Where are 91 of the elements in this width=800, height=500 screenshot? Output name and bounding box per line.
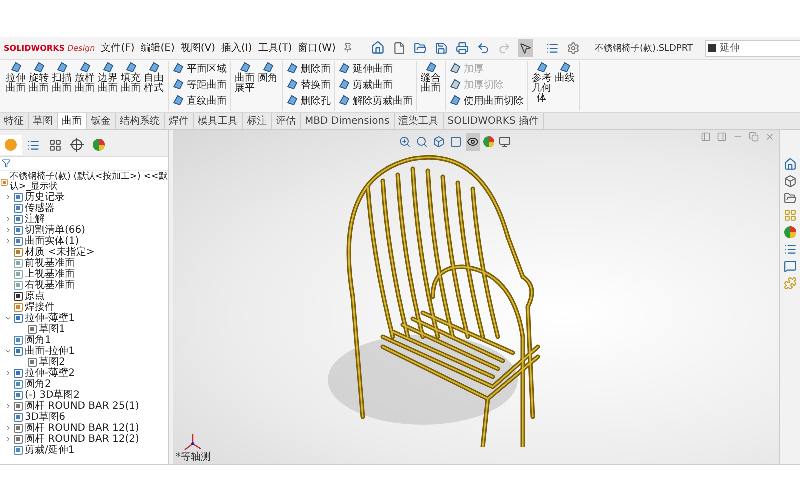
tree-item[interactable]: 材质 <未指定>: [25, 247, 95, 258]
color-ball-icon[interactable]: [784, 226, 796, 239]
ribbon-button[interactable]: 旋转曲面: [28, 61, 50, 94]
menu-item[interactable]: 编辑(E): [140, 41, 175, 55]
tree-item[interactable]: 拉伸-薄壁2: [25, 368, 75, 379]
tree-item[interactable]: 圆杆 ROUND BAR 12(1): [25, 423, 140, 434]
ribbon-button[interactable]: 平面区域: [172, 61, 227, 76]
tile-left-icon[interactable]: [701, 132, 711, 142]
tree-item[interactable]: 拉伸-薄壁1: [25, 313, 75, 324]
tree-item[interactable]: 圆角2: [25, 379, 52, 390]
tool-icon: [286, 62, 299, 75]
tool-icon: [172, 62, 185, 75]
view-orientation-label: *等轴测: [176, 450, 211, 464]
ribbon-button[interactable]: 拉伸曲面: [5, 61, 27, 94]
app-logo: SOLIDWORKS Design: [4, 44, 96, 52]
ribbon-button[interactable]: 删除孔: [286, 93, 331, 108]
ribbon-button[interactable]: 填充曲面: [120, 61, 142, 94]
ribbon-button[interactable]: 删除面: [286, 61, 331, 76]
ribbon-button[interactable]: 剪裁曲面: [338, 77, 413, 92]
puzzle-icon[interactable]: [784, 277, 796, 290]
tree-item[interactable]: 曲面实体(1): [25, 236, 80, 247]
tool-icon: [338, 62, 351, 75]
ribbon-button[interactable]: 自由样式: [143, 61, 165, 94]
crosshair-icon: [70, 138, 84, 152]
ribbon-button[interactable]: 等距曲面: [172, 77, 227, 92]
tree-item[interactable]: 上视基准面: [25, 269, 75, 280]
menu-item[interactable]: 文件(F): [101, 41, 135, 55]
ribbon-button[interactable]: 解除剪裁曲面: [338, 93, 413, 108]
tree-item[interactable]: 历史记录: [25, 192, 65, 203]
ribbon-button[interactable]: 使用曲面切除: [449, 93, 524, 108]
open-folder-icon[interactable]: [784, 192, 796, 205]
tree-item[interactable]: 切割清单(66): [25, 225, 86, 236]
property-list-icon: [26, 138, 40, 152]
ribbon-button[interactable]: 边界曲面: [97, 61, 119, 94]
menu-item[interactable]: 工具(T): [258, 41, 292, 55]
grid-icon[interactable]: [784, 209, 796, 222]
tool-icon: [449, 94, 462, 107]
box-icon[interactable]: [784, 175, 796, 188]
tree-item[interactable]: 焊接件: [25, 302, 55, 313]
ribbon-button[interactable]: 替换面: [286, 77, 331, 92]
chat-icon[interactable]: [784, 260, 796, 273]
ribbon-button[interactable]: 放样曲面: [74, 61, 96, 94]
tree-item[interactable]: 3D草图6: [25, 412, 66, 423]
ribbon-button[interactable]: 曲线: [554, 61, 576, 84]
filter-icon[interactable]: [2, 159, 11, 168]
tree-item[interactable]: 剪裁/延伸1: [25, 445, 75, 456]
ribbon-button[interactable]: 直纹曲面: [172, 93, 227, 108]
tree-item[interactable]: 草图2: [39, 357, 66, 368]
tool-icon: [338, 94, 351, 107]
tool-icon: [286, 78, 299, 91]
tree-item[interactable]: 圆杆 ROUND BAR 25(1): [25, 401, 140, 412]
tree-item[interactable]: 曲面-拉伸1: [25, 346, 75, 357]
color-ball-icon[interactable]: [483, 136, 495, 148]
tree-root[interactable]: 不锈钢椅子(款) (默认<按加工>) <<默认>_显示状: [10, 172, 168, 192]
feature-tree-icon: [4, 138, 18, 152]
menu-item[interactable]: 插入(I): [222, 41, 252, 55]
tool-icon: [449, 78, 462, 91]
close-icon[interactable]: [765, 132, 775, 142]
menu-item[interactable]: 窗口(W): [298, 41, 336, 55]
tool-icon: [172, 94, 185, 107]
tool-icon: [338, 78, 351, 91]
tree-item[interactable]: 传感器: [25, 203, 55, 214]
axis-triad-drawing: [183, 432, 203, 452]
home-icon[interactable]: [370, 39, 386, 57]
home-icon[interactable]: [784, 158, 796, 171]
document-title: 不锈钢椅子(款).SLDPRT: [594, 42, 694, 54]
tree-item[interactable]: (-) 3D草图2: [25, 390, 80, 401]
tree-item[interactable]: 原点: [25, 291, 45, 302]
restore-icon[interactable]: [749, 132, 759, 142]
color-ball-icon: [92, 138, 106, 152]
ribbon-button[interactable]: 延伸曲面: [338, 61, 413, 76]
tree-item[interactable]: 圆杆 ROUND BAR 12(2): [25, 434, 140, 445]
tree-item[interactable]: 圆角1: [25, 335, 52, 346]
tool-icon: [172, 78, 185, 91]
ribbon-button[interactable]: 参考几何体: [531, 61, 553, 104]
ribbon-button[interactable]: 曲面展平: [234, 61, 256, 94]
tree-item[interactable]: 注解: [25, 214, 45, 225]
ribbon-button[interactable]: 扫描曲面: [51, 61, 73, 94]
tree-item[interactable]: 前视基准面: [25, 258, 75, 269]
tree-item[interactable]: 草图1: [39, 324, 66, 335]
ribbon-tab[interactable]: 曲面: [58, 113, 87, 129]
tool-icon: [286, 94, 299, 107]
tile-right-icon[interactable]: [717, 132, 727, 142]
ribbon-button[interactable]: 缝合曲面: [420, 61, 442, 94]
eye-icon[interactable]: [466, 133, 480, 151]
select-pointer-icon[interactable]: [518, 39, 533, 57]
configuration-icon: [48, 138, 62, 152]
ribbon-button[interactable]: 圆角: [257, 61, 279, 84]
tree-item[interactable]: 右视基准面: [25, 280, 75, 291]
menu-item[interactable]: 视图(V): [180, 41, 216, 55]
search-field[interactable]: 延伸: [705, 40, 800, 56]
